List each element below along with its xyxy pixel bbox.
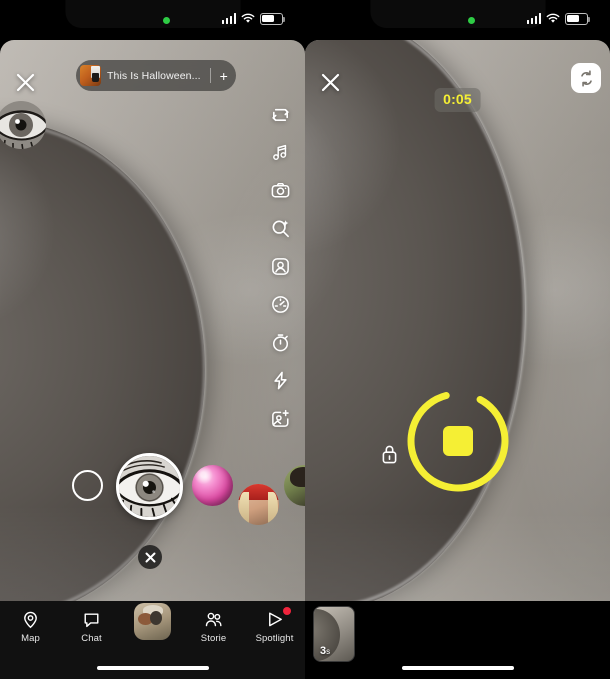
status-bar-left <box>0 0 305 40</box>
nav-row: Map Chat Storie Spotlight <box>0 603 305 655</box>
floor-gradient <box>305 513 610 608</box>
map-pin-icon <box>21 609 40 630</box>
nav-label-stories: Storie <box>200 633 227 644</box>
battery-icon <box>260 13 286 25</box>
camera-roll-icon[interactable] <box>263 173 297 207</box>
stop-square-icon <box>442 426 473 456</box>
spotlight-play-icon <box>265 609 285 630</box>
speed-modifier-icon[interactable] <box>263 287 297 321</box>
hair-right <box>268 491 278 525</box>
camera-preview-right[interactable]: 0:05 <box>305 40 610 608</box>
lens-eye-selected[interactable] <box>116 453 183 520</box>
music-pill[interactable]: This Is Halloween... + <box>76 60 236 91</box>
wifi-icon <box>241 13 255 24</box>
notch <box>65 0 240 28</box>
right-phone-screen: 0:05 3s <box>305 0 610 679</box>
clip-duration: 3s <box>320 645 331 657</box>
sidebar-item-spotlight[interactable]: Spotlight <box>244 607 305 644</box>
lens-pink-glitter[interactable] <box>192 465 233 506</box>
lock-icon[interactable] <box>377 440 401 468</box>
close-button[interactable] <box>8 65 42 99</box>
timer-icon[interactable] <box>263 325 297 359</box>
lens-partial[interactable] <box>284 465 305 506</box>
camera-preview-left[interactable]: This Is Halloween... + <box>0 40 305 601</box>
home-indicator <box>401 665 514 670</box>
flip-camera-icon[interactable] <box>571 63 601 93</box>
add-photo-icon[interactable] <box>263 401 297 435</box>
sidebar-item-map[interactable]: Map <box>0 609 61 644</box>
camera-thumbnail <box>134 603 171 640</box>
scan-icon[interactable] <box>263 249 297 283</box>
recording-indicator-dot <box>468 17 475 24</box>
nav-label-map: Map <box>21 633 40 644</box>
spotlight-badge <box>283 607 291 615</box>
left-phone-screen: This Is Halloween... + Map Chat Storie S… <box>0 0 305 679</box>
recording-timer: 0:05 <box>434 88 481 112</box>
nav-label-chat: Chat <box>81 633 102 644</box>
close-button[interactable] <box>313 65 347 99</box>
bottom-navigation: Map Chat Storie Spotlight <box>0 601 305 679</box>
status-icons-right <box>526 13 591 25</box>
album-art-thumbnail <box>80 65 101 86</box>
flip-camera-icon[interactable] <box>263 97 297 131</box>
nav-label-spotlight: Spotlight <box>255 633 294 644</box>
sidebar-item-stories[interactable]: Storie <box>183 609 244 644</box>
tool-rail <box>263 97 297 435</box>
lens-carousel[interactable] <box>0 451 305 529</box>
flash-icon[interactable] <box>263 363 297 397</box>
wifi-icon <box>546 13 560 24</box>
lens-none[interactable] <box>72 470 103 501</box>
recording-timer-text: 0:05 <box>443 91 472 107</box>
sidebar-item-chat[interactable]: Chat <box>61 609 122 644</box>
home-indicator <box>96 665 209 670</box>
carousel-close-button[interactable] <box>138 545 162 569</box>
clip-strip: 3s <box>305 601 610 679</box>
recording-indicator-dot <box>163 17 170 24</box>
stop-recording-button[interactable] <box>404 387 512 495</box>
hair-left <box>239 491 249 525</box>
lens-explorer-icon[interactable] <box>263 211 297 245</box>
lens-red-bandana[interactable] <box>238 483 279 525</box>
battery-icon <box>565 13 591 25</box>
dual-phone-screenshot: This Is Halloween... + Map Chat Storie S… <box>0 0 610 679</box>
cellular-bars-icon <box>221 13 236 25</box>
cellular-bars-icon <box>526 13 541 25</box>
video-clip-thumbnail[interactable]: 3s <box>313 606 355 662</box>
music-title: This Is Halloween... <box>107 69 201 82</box>
hair-top <box>290 467 305 487</box>
eye-lens-artwork <box>119 456 180 517</box>
status-bar-right <box>305 0 610 40</box>
add-sound-button[interactable]: + <box>220 69 232 83</box>
chat-bubble-icon <box>82 609 101 630</box>
ar-eye-overlay <box>0 99 50 151</box>
notch <box>370 0 545 28</box>
music-note-icon[interactable] <box>263 135 297 169</box>
pill-divider <box>209 68 211 83</box>
sidebar-item-camera[interactable] <box>122 603 183 640</box>
stories-people-icon <box>204 609 224 630</box>
status-icons-left <box>221 13 286 25</box>
